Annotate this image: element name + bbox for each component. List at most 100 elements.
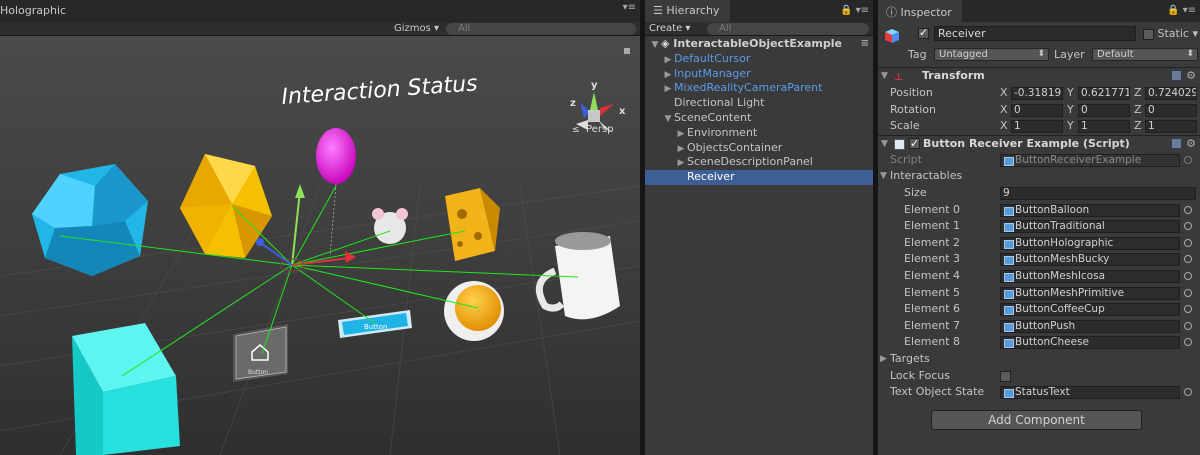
inspector-tab[interactable]: ⓘ Inspector [878, 0, 962, 22]
object-header: Receiver Static ▾ Tag Untagged Layer Def… [878, 22, 1200, 68]
layer-dropdown[interactable]: Default [1092, 48, 1198, 61]
hierarchy-tab-label: Hierarchy [666, 4, 720, 17]
lock-focus-row: Lock Focus [878, 368, 1200, 385]
target-icon[interactable] [1184, 255, 1192, 264]
transform-header[interactable]: ▼ ⊥ Transform ⚙ [878, 68, 1200, 85]
scale-z-field[interactable]: 1 [1145, 120, 1197, 134]
element-object-field[interactable]: ButtonBalloon [1000, 203, 1180, 217]
gear-icon[interactable]: ⚙ [1186, 68, 1196, 84]
target-icon[interactable] [1184, 288, 1192, 297]
script-enabled-checkbox[interactable] [909, 136, 920, 152]
scale-x-field[interactable]: 1 [1011, 120, 1063, 134]
create-dropdown[interactable]: Create ▾ [649, 22, 690, 36]
scene-tab-title[interactable]: Holographic [0, 4, 66, 17]
hierarchy-item[interactable]: ▼ ◈ InteractableObjectExample ≡ [645, 37, 873, 52]
menu-icon[interactable]: ▾≡ [623, 2, 636, 13]
hierarchy-item-label: InputManager [674, 66, 751, 80]
position-z-field[interactable]: 0.724029 [1145, 87, 1197, 100]
hierarchy-item[interactable]: ▶ InputManager [645, 67, 873, 82]
rotation-label: Rotation [890, 102, 937, 116]
help-icon[interactable] [1171, 137, 1182, 149]
target-icon[interactable] [1184, 388, 1192, 397]
holographic-button-object[interactable]: Button [233, 324, 288, 382]
hierarchy-item[interactable]: ▶ SceneDescriptionPanel [645, 155, 873, 170]
position-y-field[interactable]: 0.621771 [1078, 87, 1130, 100]
tag-dropdown[interactable]: Untagged [934, 48, 1049, 61]
hierarchy-item[interactable]: Receiver [645, 170, 873, 185]
hierarchy-item[interactable]: ▶ MixedRealityCameraParent [645, 81, 873, 96]
scene-search-input[interactable]: All [446, 23, 636, 35]
menu-icon[interactable]: ≡ [861, 37, 869, 52]
scene-canvas[interactable]: Interaction Status Button Button y x z P… [0, 36, 640, 455]
hierarchy-item-label: MixedRealityCameraParent [674, 81, 823, 95]
rotation-z-label: Z [1134, 102, 1142, 116]
persp-label[interactable]: Persp [586, 124, 614, 135]
target-icon[interactable] [1184, 205, 1192, 214]
fold-arrow-icon[interactable]: ▼ [881, 136, 888, 152]
interactable-element-row: Element 7 ButtonPush [878, 318, 1200, 335]
script-field: ButtonReceiverExample [1000, 153, 1180, 167]
static-toggle[interactable]: Static ▾ [1143, 27, 1198, 40]
fold-arrow-icon[interactable]: ▼ [881, 68, 888, 84]
hierarchy-tab[interactable]: ☰ Hierarchy [645, 0, 730, 22]
hierarchy-item[interactable]: ▶ DefaultCursor [645, 52, 873, 67]
target-icon[interactable] [1184, 321, 1192, 330]
element-label: Element 4 [904, 268, 961, 282]
lock-icon[interactable]: 🔒 ▾≡ [840, 5, 869, 16]
object-name-field[interactable]: Receiver [934, 26, 1136, 41]
position-row: Position X -0.31819 Y 0.621771 Z 0.72402… [878, 85, 1200, 102]
targets-row[interactable]: ▶ Targets [878, 351, 1200, 368]
fold-arrow-icon[interactable]: ▶ [675, 127, 687, 142]
fold-arrow-icon[interactable]: ▼ [662, 112, 674, 127]
lock-icon[interactable]: 🔒 ▾≡ [1167, 5, 1196, 16]
rotation-y-field[interactable]: 0 [1078, 103, 1130, 117]
hierarchy-item[interactable]: ▶ Environment [645, 126, 873, 141]
help-icon[interactable] [1171, 70, 1182, 81]
target-icon[interactable] [1184, 305, 1192, 314]
target-icon[interactable] [1184, 271, 1192, 280]
hierarchy-search-input[interactable]: All [707, 23, 869, 35]
interactables-row[interactable]: ▼ Interactables [878, 168, 1200, 185]
static-checkbox[interactable] [1143, 28, 1155, 40]
add-component-button[interactable]: Add Component [931, 410, 1142, 430]
target-icon[interactable] [1184, 222, 1192, 231]
active-checkbox[interactable] [918, 26, 929, 39]
fold-arrow-icon[interactable]: ▶ [675, 142, 687, 157]
element-object-field[interactable]: ButtonMeshIcosa [1000, 269, 1180, 283]
scene-viewport[interactable]: Interaction Status Button Button y x z P… [0, 36, 640, 455]
fold-arrow-icon[interactable]: ▶ [662, 53, 674, 68]
rotation-x-field[interactable]: 0 [1011, 103, 1063, 117]
target-icon[interactable] [1184, 238, 1192, 247]
scene-tabbar: Holographic ▾≡ [0, 0, 640, 22]
hierarchy-item[interactable]: ▶ ObjectsContainer [645, 141, 873, 156]
element-label: Element 6 [904, 302, 961, 316]
gizmos-dropdown[interactable]: Gizmos ▾ [388, 22, 445, 36]
element-object-field[interactable]: ButtonCoffeeCup [1000, 303, 1180, 317]
push-button-object[interactable] [444, 281, 504, 341]
size-field[interactable]: 9 [1000, 186, 1196, 200]
fold-arrow-icon[interactable]: ▼ [649, 38, 661, 53]
gear-icon[interactable]: ⚙ [1186, 136, 1196, 152]
scale-y-field[interactable]: 1 [1078, 120, 1130, 134]
element-object-field[interactable]: ButtonMeshBucky [1000, 253, 1180, 267]
text-object-state-field[interactable]: StatusText [1000, 386, 1180, 400]
hierarchy-item[interactable]: Directional Light [645, 96, 873, 111]
position-x-field[interactable]: -0.31819 [1011, 87, 1063, 100]
element-object-field[interactable]: ButtonCheese [1000, 336, 1180, 350]
fold-arrow-icon[interactable]: ▶ [662, 82, 674, 97]
element-object-field[interactable]: ButtonHolographic [1000, 236, 1180, 250]
fold-arrow-icon[interactable]: ▶ [662, 68, 674, 83]
rotation-row: Rotation X 0 Y 0 Z 0 [878, 102, 1200, 119]
rotation-z-field[interactable]: 0 [1145, 103, 1197, 117]
fold-arrow-icon[interactable]: ▶ [880, 351, 887, 368]
target-icon[interactable] [1184, 338, 1192, 347]
lock-icon[interactable] [624, 48, 630, 54]
script-component-header[interactable]: ▼ Button Receiver Example (Script) ⚙ [878, 134, 1200, 152]
element-object-field[interactable]: ButtonMeshPrimitive [1000, 286, 1180, 300]
fold-arrow-icon[interactable]: ▶ [675, 156, 687, 171]
element-object-field[interactable]: ButtonPush [1000, 319, 1180, 333]
lock-focus-checkbox[interactable] [1000, 370, 1011, 382]
fold-arrow-icon[interactable]: ▼ [880, 168, 887, 185]
hierarchy-item[interactable]: ▼ SceneContent [645, 111, 873, 126]
element-object-field[interactable]: ButtonTraditional [1000, 220, 1180, 234]
